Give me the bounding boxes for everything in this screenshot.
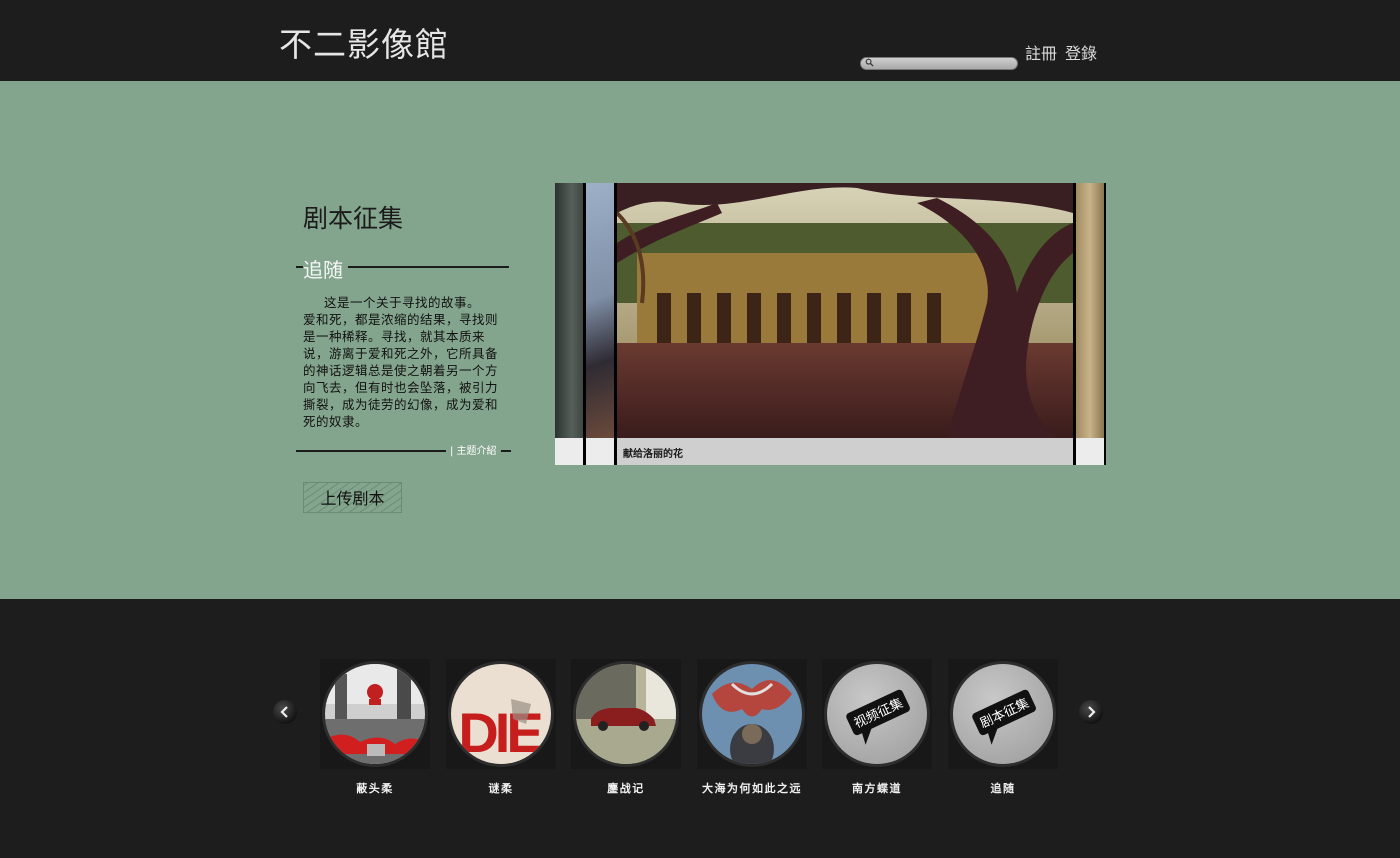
slide-thumbnail[interactable] — [1076, 183, 1104, 438]
speech-bubble-icon: 视频征集 — [846, 689, 910, 745]
carousel-next-button[interactable] — [1079, 700, 1103, 724]
register-link[interactable]: 註冊 — [1025, 40, 1057, 64]
upload-script-button[interactable]: 上传剧本 — [303, 482, 402, 513]
slide-thumbnail[interactable] — [586, 183, 614, 438]
courtyard-tree-photo — [617, 183, 1073, 438]
description-body: 爱和死，都是浓缩的结果，寻找则是一种稀释。寻找，就其本质来说，游离于爱和死之外，… — [303, 312, 499, 429]
underwater-photo-thumbnail — [702, 664, 802, 764]
chevron-left-icon — [280, 706, 288, 718]
slide-caption-bar — [555, 438, 583, 465]
carousel-item[interactable]: DIE — [446, 659, 556, 769]
feature-title: 剧本征集 — [303, 204, 404, 233]
image-slider[interactable]: 献给洛丽的花 — [555, 183, 1106, 465]
slide-thumbnail[interactable] — [555, 183, 583, 438]
feature-subtitle: 追随 — [303, 258, 343, 282]
divider — [348, 266, 509, 268]
carousel-item-label[interactable]: 鏖战记 — [556, 780, 696, 796]
slide-main-image[interactable] — [617, 183, 1073, 438]
carousel-item[interactable] — [320, 659, 430, 769]
carousel-item-label[interactable]: 大海为何如此之远 — [682, 780, 822, 796]
carousel-item-label[interactable]: 蔽头柔 — [305, 780, 445, 796]
car-photo-thumbnail — [576, 664, 676, 764]
carousel-item-label[interactable]: 谜柔 — [431, 780, 571, 796]
login-link[interactable]: 登錄 — [1065, 40, 1097, 64]
feature-section: 剧本征集 追随 这是一个关于寻找的故事。 爱和死，都是浓缩的结果，寻找则是一种稀… — [0, 81, 1400, 599]
feature-description: 这是一个关于寻找的故事。 爱和死，都是浓缩的结果，寻找则是一种稀释。寻找，就其本… — [303, 294, 507, 430]
carousel-item[interactable] — [697, 659, 807, 769]
slide-caption-bar — [1076, 438, 1104, 465]
carousel-item[interactable] — [571, 659, 681, 769]
chevron-right-icon — [1088, 706, 1096, 718]
svg-text:DIE: DIE — [458, 701, 542, 764]
header: 不二影像館 註冊 登錄 — [0, 0, 1400, 80]
carousel-item-label[interactable]: 追随 — [933, 780, 1073, 796]
slide-caption-bar — [586, 438, 614, 465]
search-icon — [865, 58, 874, 67]
site-logo[interactable]: 不二影像館 — [279, 18, 449, 66]
slide-caption[interactable]: 献给洛丽的花 — [617, 438, 1073, 465]
search-input[interactable] — [860, 57, 1018, 70]
carousel-item[interactable]: 剧本征集 — [948, 659, 1058, 769]
theme-intro-link[interactable]: | 主题介紹 — [446, 442, 501, 457]
carousel-item[interactable]: 视频征集 — [822, 659, 932, 769]
street-photo-thumbnail — [325, 664, 425, 764]
carousel-prev-button[interactable] — [273, 700, 297, 724]
poster-thumbnail: DIE — [451, 664, 551, 764]
description-first-line: 这是一个关于寻找的故事。 — [324, 295, 481, 310]
script-call-thumbnail: 剧本征集 — [953, 664, 1053, 764]
speech-bubble-icon: 剧本征集 — [972, 689, 1036, 745]
divider — [296, 266, 303, 268]
video-call-thumbnail: 视频征集 — [827, 664, 927, 764]
carousel-item-label[interactable]: 南方蝶道 — [807, 780, 947, 796]
